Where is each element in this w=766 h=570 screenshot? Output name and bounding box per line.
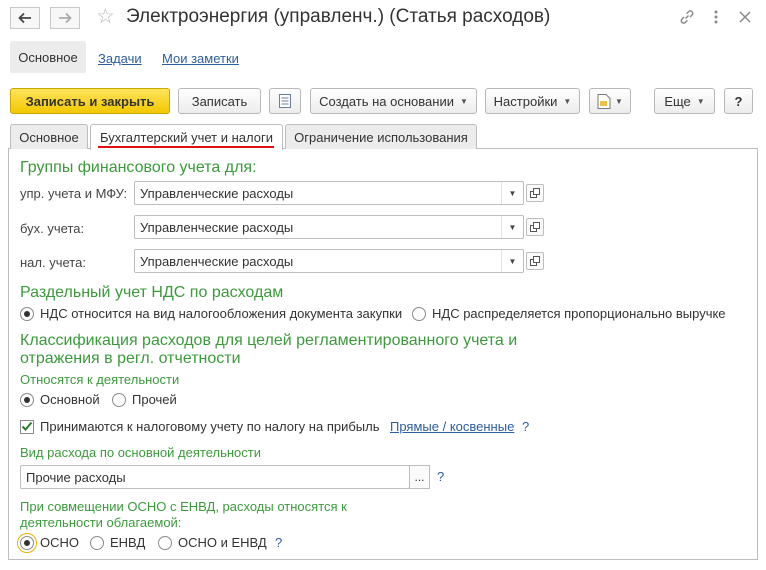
report-button[interactable]: ▼ (589, 88, 631, 114)
direct-indirect-label: Прямые / косвенные (390, 419, 515, 434)
arrow-left-icon (18, 12, 31, 24)
mgmt-accounting-value: Управленческие расходы (140, 185, 294, 201)
settings-label: Настройки (493, 93, 558, 109)
chevron-down-icon: ▼ (615, 96, 623, 106)
radio-empty-icon (112, 392, 126, 407)
expense-kind-value: Прочие расходы (26, 469, 126, 485)
radio-selected-icon (17, 532, 37, 553)
tab-main[interactable]: Основное (10, 124, 88, 149)
chevron-down-icon[interactable]: ▼ (501, 250, 523, 272)
back-button[interactable] (10, 7, 40, 29)
tab-restrictions[interactable]: Ограничение использования (285, 124, 477, 149)
vat-option-purchase[interactable]: НДС относится на вид налогообложения док… (20, 306, 402, 321)
ellipsis-icon: ... (414, 470, 425, 484)
settings-button[interactable]: Настройки ▼ (485, 88, 580, 114)
activity-other-radio[interactable]: Прочей (112, 392, 177, 407)
more-button[interactable]: Еще ▼ (654, 88, 715, 114)
vat-option-proportional[interactable]: НДС распределяется пропорционально выруч… (412, 306, 726, 321)
save-button[interactable]: Записать (178, 88, 261, 114)
chevron-down-icon: ▼ (459, 96, 468, 106)
help-hint-icon[interactable]: ? (437, 469, 444, 484)
checkbox-checked-icon (20, 419, 34, 434)
tax-accounting-label: нал. учета: (20, 255, 86, 270)
save-close-button[interactable]: Записать и закрыть (10, 88, 170, 114)
open-tax-button[interactable] (526, 252, 544, 270)
bookkeeping-value: Управленческие расходы (140, 219, 294, 235)
help-hint-icon[interactable]: ? (275, 535, 282, 550)
more-vertical-icon[interactable] (707, 8, 725, 26)
classification-heading-line1: Классификация расходов для целей регламе… (20, 332, 518, 349)
open-bookkeeping-button[interactable] (526, 218, 544, 236)
activity-label: Относятся к деятельности (20, 372, 180, 387)
radio-selected-icon (20, 392, 34, 407)
chevron-down-icon: ▼ (696, 96, 705, 106)
tax-accounting-field[interactable]: Управленческие расходы ▼ (134, 249, 524, 273)
open-window-icon (530, 256, 540, 266)
expense-kind-field[interactable]: Прочие расходы (20, 465, 410, 489)
tax-profit-label: Принимаются к налоговому учету по налогу… (40, 419, 380, 434)
bookkeeping-field[interactable]: Управленческие расходы ▼ (134, 215, 524, 239)
classification-heading-line2: отражения в регл. отчетности (20, 350, 241, 367)
vat-heading: Раздельный учет НДС по расходам (20, 284, 284, 301)
combo-osno-label: ОСНО (40, 535, 79, 550)
close-icon[interactable] (736, 8, 754, 26)
bookkeeping-label: бух. учета: (20, 221, 85, 236)
activity-main-radio[interactable]: Основной (20, 392, 100, 407)
radio-selected-icon (20, 306, 34, 321)
forward-button[interactable] (50, 7, 80, 29)
open-window-icon (530, 222, 540, 232)
list-icon (279, 94, 291, 108)
help-hint-icon[interactable]: ? (522, 419, 529, 434)
combo-both-label: ОСНО и ЕНВД (178, 535, 267, 550)
direct-indirect-link[interactable]: Прямые / косвенные (390, 419, 514, 434)
combo-envd-radio[interactable]: ЕНВД (90, 535, 145, 550)
create-based-label: Создать на основании (319, 93, 454, 109)
chevron-down-icon: ▼ (563, 96, 572, 106)
combo-osno-radio[interactable]: ОСНО (17, 532, 79, 553)
expense-kind-label: Вид расхода по основной деятельности (20, 445, 261, 460)
chevron-down-icon[interactable]: ▼ (501, 216, 523, 238)
nav-main[interactable]: Основное (10, 41, 86, 73)
combo-envd-label: ЕНВД (110, 535, 146, 550)
vat-option-purchase-label: НДС относится на вид налогообложения док… (40, 306, 403, 321)
open-mgmt-button[interactable] (526, 184, 544, 202)
activity-main-label: Основной (40, 392, 100, 407)
window-title: Электроэнергия (управленч.) (Статья расх… (126, 6, 551, 27)
radio-empty-icon (158, 535, 172, 550)
link-icon[interactable] (678, 8, 696, 26)
nav-notes[interactable]: Мои заметки (162, 51, 239, 66)
chevron-down-icon[interactable]: ▼ (501, 182, 523, 204)
open-window-icon (530, 188, 540, 198)
combo-label-line1: При совмещении ОСНО с ЕНВД, расходы отно… (20, 499, 347, 514)
active-tab-underline (98, 146, 274, 148)
help-button[interactable]: ? (724, 88, 753, 114)
nav-tasks[interactable]: Задачи (98, 51, 142, 66)
tax-profit-checkbox[interactable]: Принимаются к налоговому учету по налогу… (20, 419, 380, 434)
tax-accounting-value: Управленческие расходы (140, 253, 294, 269)
favorite-star-icon[interactable]: ☆ (96, 5, 115, 29)
list-icon-button[interactable] (269, 88, 301, 114)
arrow-right-icon (59, 12, 72, 24)
activity-other-label: Прочей (132, 392, 177, 407)
combo-both-radio[interactable]: ОСНО и ЕНВД (158, 535, 267, 550)
fin-groups-heading: Группы финансового учета для: (20, 159, 257, 176)
expense-kind-browse-button[interactable]: ... (409, 465, 430, 489)
radio-empty-icon (90, 535, 104, 550)
report-icon (597, 93, 611, 109)
create-based-button[interactable]: Создать на основании ▼ (310, 88, 477, 114)
radio-empty-icon (412, 306, 426, 321)
vat-option-proportional-label: НДС распределяется пропорционально выруч… (432, 306, 726, 321)
mgmt-accounting-label: упр. учета и МФУ: (20, 186, 128, 201)
mgmt-accounting-field[interactable]: Управленческие расходы ▼ (134, 181, 524, 205)
more-label: Еще (664, 93, 691, 109)
combo-label-line2: деятельности облагаемой: (20, 515, 182, 530)
